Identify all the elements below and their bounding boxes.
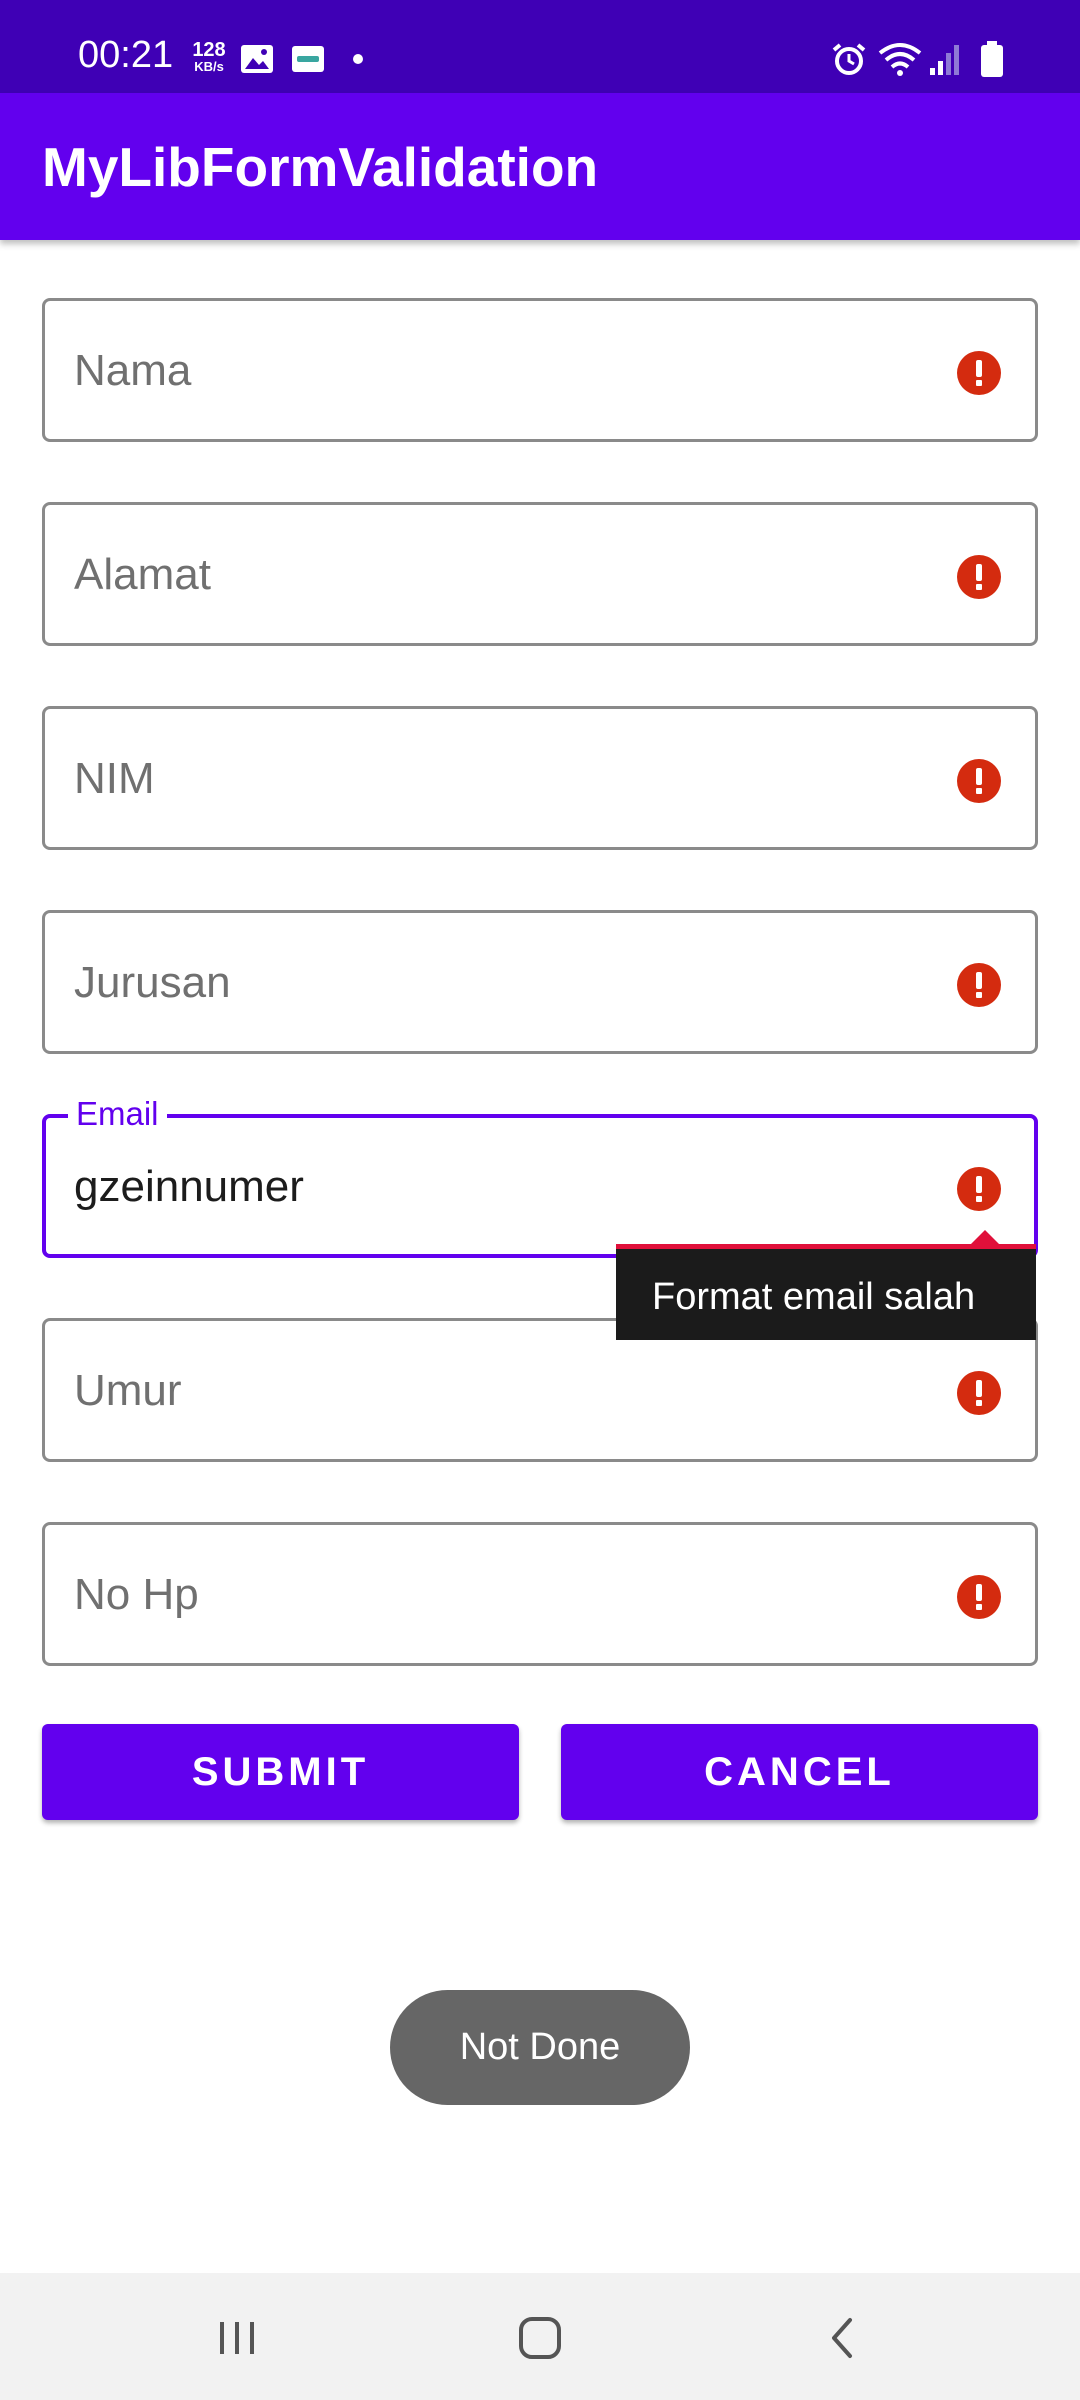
alarm-icon — [832, 43, 866, 75]
battery-icon — [981, 41, 1003, 77]
error-icon[interactable] — [957, 1371, 1001, 1415]
back-icon[interactable] — [808, 2303, 878, 2373]
no-hp-field[interactable]: No Hp — [42, 1522, 1038, 1666]
email-value: gzeinnumer — [74, 1162, 304, 1211]
nim-placeholder: NIM — [74, 754, 155, 803]
status-time: 00:21 — [78, 34, 174, 76]
email-field[interactable]: Email gzeinnumer — [42, 1094, 1038, 1258]
error-icon[interactable] — [957, 555, 1001, 599]
wifi-icon — [878, 43, 922, 76]
navigation-bar — [0, 2273, 1080, 2400]
app-notification-icon — [292, 46, 324, 72]
cell-signal-icon — [930, 45, 959, 75]
app-title: MyLibFormValidation — [42, 136, 599, 198]
email-error-tooltip: Format email salah — [616, 1230, 1036, 1340]
network-speed: 128 KB/s — [186, 40, 232, 73]
status-bar: 00:21 128 KB/s — [0, 0, 1080, 93]
tooltip-accent-bar — [616, 1244, 1036, 1249]
alamat-placeholder: Alamat — [74, 550, 211, 599]
error-icon[interactable] — [957, 1575, 1001, 1619]
home-icon[interactable] — [505, 2303, 575, 2373]
jurusan-placeholder: Jurusan — [74, 958, 231, 1007]
submit-button[interactable]: SUBMIT — [42, 1724, 519, 1820]
nama-field[interactable]: Nama — [42, 298, 1038, 442]
notification-dot — [353, 54, 363, 64]
error-icon[interactable] — [957, 1167, 1001, 1211]
alamat-field[interactable]: Alamat — [42, 502, 1038, 646]
umur-placeholder: Umur — [74, 1366, 182, 1415]
app-bar: MyLibFormValidation — [0, 93, 1080, 240]
email-label: Email — [68, 1094, 167, 1134]
toast-message: Not Done — [390, 1990, 690, 2105]
nim-field[interactable]: NIM — [42, 706, 1038, 850]
error-icon[interactable] — [957, 963, 1001, 1007]
error-icon[interactable] — [957, 759, 1001, 803]
email-error-text: Format email salah — [652, 1276, 976, 1318]
nama-placeholder: Nama — [74, 346, 192, 395]
gallery-icon — [241, 45, 273, 73]
cancel-button[interactable]: CANCEL — [561, 1724, 1038, 1820]
network-speed-value: 128 — [192, 39, 226, 61]
network-speed-unit: KB/s — [194, 59, 224, 74]
recents-icon[interactable] — [202, 2303, 272, 2373]
no-hp-placeholder: No Hp — [74, 1570, 199, 1619]
error-icon[interactable] — [957, 351, 1001, 395]
jurusan-field[interactable]: Jurusan — [42, 910, 1038, 1054]
